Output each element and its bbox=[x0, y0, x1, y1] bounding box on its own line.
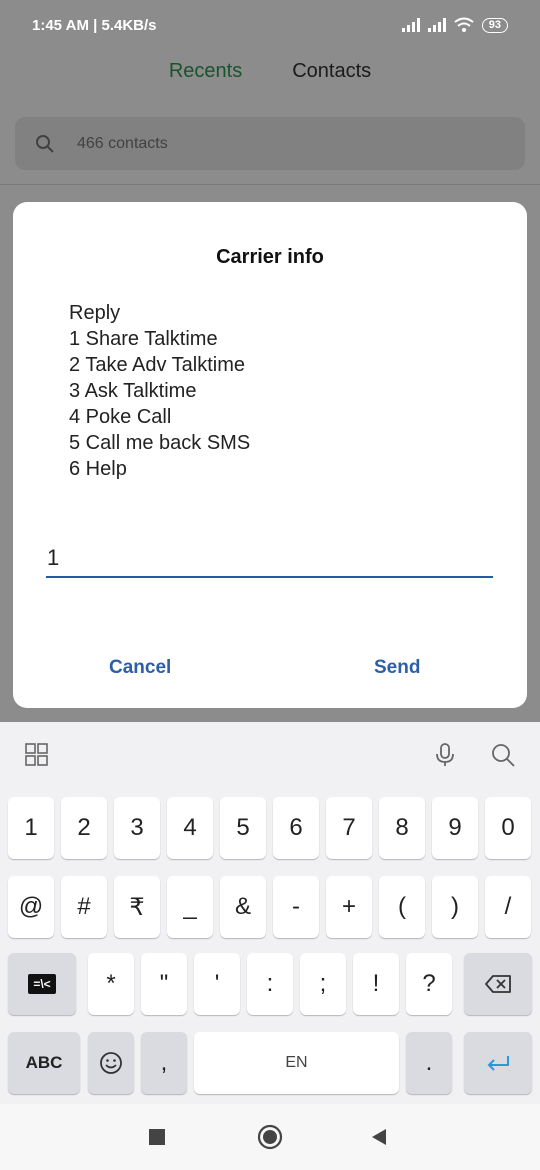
cancel-button[interactable]: Cancel bbox=[109, 657, 171, 679]
key-7[interactable]: 7 bbox=[326, 797, 372, 859]
send-button[interactable]: Send bbox=[374, 657, 420, 679]
key-1[interactable]: 1 bbox=[8, 797, 54, 859]
key-comma[interactable]: , bbox=[141, 1032, 187, 1094]
emoji-key[interactable] bbox=[88, 1032, 134, 1094]
wifi-icon bbox=[454, 17, 474, 32]
key-ampersand[interactable]: & bbox=[220, 876, 266, 938]
message-line: 4 Poke Call bbox=[69, 406, 172, 428]
key-period[interactable]: . bbox=[406, 1032, 452, 1094]
key-5[interactable]: 5 bbox=[220, 797, 266, 859]
symbols-toggle-icon: =\< bbox=[28, 974, 56, 994]
key-slash[interactable]: / bbox=[485, 876, 531, 938]
key-open-paren[interactable]: ( bbox=[379, 876, 425, 938]
message-line: 3 Ask Talktime bbox=[69, 380, 197, 402]
system-nav-bar bbox=[0, 1104, 540, 1170]
search-icon[interactable] bbox=[490, 742, 516, 768]
key-semicolon[interactable]: ; bbox=[300, 953, 346, 1015]
emoji-icon bbox=[100, 1052, 122, 1074]
abc-key[interactable]: ABC bbox=[8, 1032, 80, 1094]
key-exclamation[interactable]: ! bbox=[353, 953, 399, 1015]
dialog-message: Reply 1 Share Talktime 2 Take Adv Talkti… bbox=[69, 300, 250, 482]
key-asterisk[interactable]: * bbox=[88, 953, 134, 1015]
backspace-icon bbox=[485, 975, 511, 993]
key-6[interactable]: 6 bbox=[273, 797, 319, 859]
recents-square-icon[interactable] bbox=[149, 1129, 165, 1145]
backspace-key[interactable] bbox=[464, 953, 532, 1015]
key-colon[interactable]: : bbox=[247, 953, 293, 1015]
keyboard: 1 2 3 4 5 6 7 8 9 0 @ # ₹ _ & - + ( ) / … bbox=[0, 722, 540, 1104]
message-line: 1 Share Talktime bbox=[69, 328, 218, 350]
key-8[interactable]: 8 bbox=[379, 797, 425, 859]
key-at[interactable]: @ bbox=[8, 876, 54, 938]
back-triangle-icon[interactable] bbox=[370, 1128, 388, 1146]
signal-icon bbox=[401, 18, 420, 32]
key-2[interactable]: 2 bbox=[61, 797, 107, 859]
key-hash[interactable]: # bbox=[61, 876, 107, 938]
key-double-quote[interactable]: " bbox=[141, 953, 187, 1015]
key-0[interactable]: 0 bbox=[485, 797, 531, 859]
status-bar: 1:45 AM | 5.4KB/s 93 bbox=[0, 0, 540, 50]
key-rupee[interactable]: ₹ bbox=[114, 876, 160, 938]
enter-key[interactable] bbox=[464, 1032, 532, 1094]
signal-2-icon bbox=[427, 18, 446, 32]
grid-icon[interactable] bbox=[24, 742, 50, 768]
key-9[interactable]: 9 bbox=[432, 797, 478, 859]
key-close-paren[interactable]: ) bbox=[432, 876, 478, 938]
key-single-quote[interactable]: ' bbox=[194, 953, 240, 1015]
status-time-speed: 1:45 AM | 5.4KB/s bbox=[32, 16, 157, 34]
key-underscore[interactable]: _ bbox=[167, 876, 213, 938]
key-question[interactable]: ? bbox=[406, 953, 452, 1015]
symbols-toggle-key[interactable]: =\< bbox=[8, 953, 76, 1015]
message-line: Reply bbox=[69, 302, 121, 324]
reply-input[interactable] bbox=[46, 540, 493, 578]
message-line: 6 Help bbox=[69, 458, 127, 480]
battery-icon: 93 bbox=[481, 17, 508, 33]
dialog-title: Carrier info bbox=[216, 246, 324, 268]
message-line: 5 Call me back SMS bbox=[69, 432, 251, 454]
home-circle-icon[interactable] bbox=[257, 1124, 283, 1150]
carrier-info-dialog: Carrier info Reply 1 Share Talktime 2 Ta… bbox=[13, 202, 527, 708]
key-3[interactable]: 3 bbox=[114, 797, 160, 859]
enter-icon bbox=[487, 1056, 509, 1071]
key-4[interactable]: 4 bbox=[167, 797, 213, 859]
space-key[interactable]: EN bbox=[194, 1032, 399, 1094]
key-minus[interactable]: - bbox=[273, 876, 319, 938]
mic-icon[interactable] bbox=[432, 742, 458, 768]
key-plus[interactable]: + bbox=[326, 876, 372, 938]
keyboard-toolbar bbox=[0, 722, 540, 786]
message-line: 2 Take Adv Talktime bbox=[69, 354, 246, 376]
